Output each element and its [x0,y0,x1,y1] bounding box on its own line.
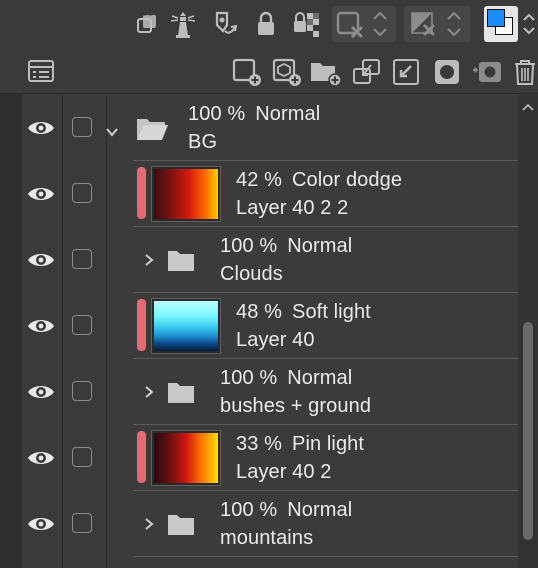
eye-icon[interactable] [24,513,58,535]
mask-icon[interactable] [432,56,462,88]
layer-blend-label: 48 % Soft light [236,301,371,323]
layer-name: bushes + ground [220,395,372,417]
layer-checkbox[interactable] [72,183,92,203]
layer-checkbox[interactable] [72,315,92,335]
layer-blend-label: 42 % Color dodge [236,169,403,191]
layer-row-bushes-ground[interactable]: 100 % Normal bushes + ground [22,359,518,425]
layer-select-icon[interactable] [133,10,161,38]
layer-thumbnail [151,298,221,354]
layer-blend-label: 100 % Normal [220,235,353,257]
foreground-color-chip [487,9,505,27]
layer-checkbox[interactable] [72,117,92,137]
eye-icon[interactable] [24,447,58,469]
eye-icon[interactable] [24,117,58,139]
layer-name: mountains [220,527,314,549]
layer-blend-label: 33 % Pin light [236,433,365,455]
layer-property-toolbar [0,0,538,48]
layer-blend-label: 100 % Normal [188,103,321,125]
layer-color-marker [137,431,146,483]
clip-icon[interactable] [332,6,396,42]
layer-checkbox[interactable] [72,513,92,533]
layer-name: Clouds [220,263,283,285]
layer-checkbox[interactable] [72,249,92,269]
swatch-stepper[interactable] [520,8,538,40]
eye-icon[interactable] [24,249,58,271]
layer-row-mountains[interactable]: 100 % Normal mountains [22,491,518,557]
lighthouse-icon[interactable] [168,8,198,40]
layer-actions-toolbar [0,48,538,94]
layer-row-layer-40-2[interactable]: 33 % Pin light Layer 40 2 [22,425,518,491]
layer-checkbox[interactable] [72,447,92,467]
folder-icon [165,245,197,275]
scrollbar-thumb[interactable] [523,322,533,540]
folder-icon [165,509,197,539]
lock-transparency-icon[interactable] [290,8,324,40]
chevron-down-icon[interactable] [105,125,119,139]
folder-icon [165,377,197,407]
chevron-right-icon[interactable] [142,517,156,531]
layer-blend-label: 100 % Normal [220,499,353,521]
eye-icon[interactable] [24,381,58,403]
reference-layer-icon[interactable] [210,8,240,40]
layer-name: BG [188,131,218,153]
layer-blend-label: 100 % Normal [220,367,353,389]
layer-name: Layer 40 [236,329,315,351]
layer-row-layer-40[interactable]: 48 % Soft light Layer 40 [22,293,518,359]
layer-list-icon[interactable] [26,58,56,84]
transfer-down-icon[interactable] [350,56,384,88]
layer-row-bg[interactable]: 100 % Normal BG [22,95,518,161]
eye-icon[interactable] [24,315,58,337]
new-folder-icon[interactable] [308,56,344,88]
chevron-right-icon[interactable] [142,385,156,399]
new-vector-layer-icon[interactable] [270,56,304,88]
combine-down-icon[interactable] [390,56,424,88]
lock-icon[interactable] [252,10,280,38]
layer-checkbox[interactable] [72,381,92,401]
layer-thumbnail [151,430,221,486]
new-raster-layer-icon[interactable] [230,56,264,88]
eye-icon[interactable] [24,183,58,205]
delete-icon[interactable] [512,56,538,88]
layer-name: Layer 40 2 [236,461,332,483]
scroll-up-icon[interactable] [522,100,534,114]
draft-icon[interactable] [404,6,470,42]
layer-row-layer-40-2-2[interactable]: 42 % Color dodge Layer 40 2 2 [22,161,518,227]
chevron-right-icon[interactable] [142,253,156,267]
layer-name: Layer 40 2 2 [236,197,349,219]
folder-icon [134,111,170,145]
layer-list: 100 % Normal BG 42 % Color dodge Layer 40 … [22,95,518,568]
layer-row-clouds[interactable]: 100 % Normal Clouds [22,227,518,293]
layer-color-marker [137,299,146,351]
mask-apply-icon[interactable] [470,56,506,88]
layer-thumbnail [151,166,221,222]
layer-color-marker [137,167,146,219]
